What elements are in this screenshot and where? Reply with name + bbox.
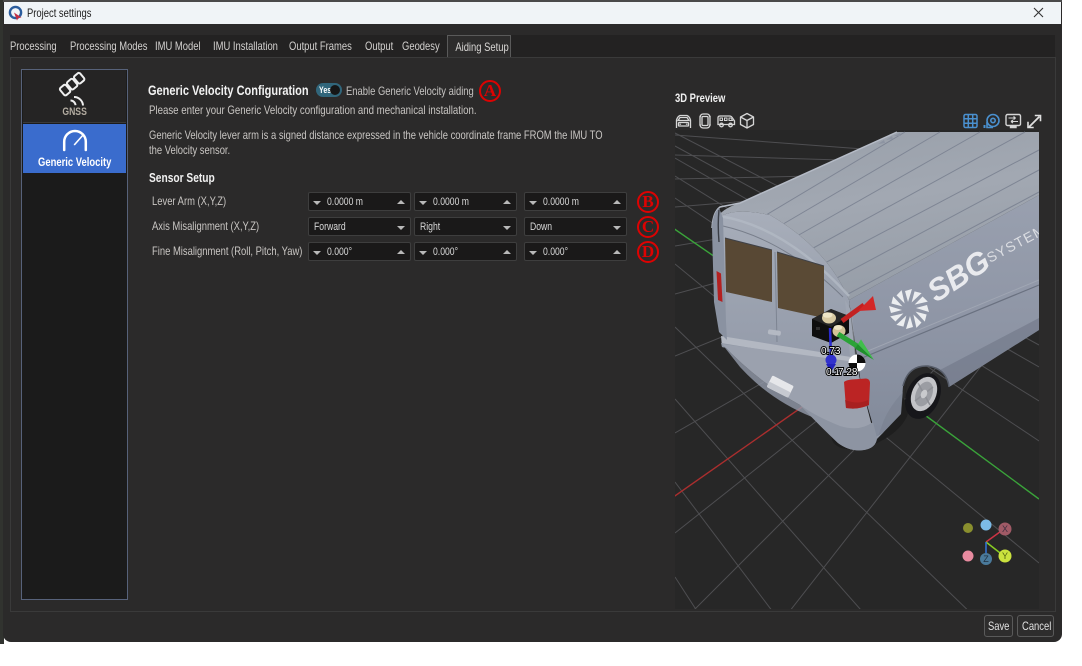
svg-text:7.28: 7.28 [838,367,858,378]
svg-text:X: X [1002,524,1008,534]
svg-text:0.73: 0.73 [821,346,841,357]
svg-text:Z: Z [983,554,989,564]
svg-text:Y: Y [1002,551,1008,561]
